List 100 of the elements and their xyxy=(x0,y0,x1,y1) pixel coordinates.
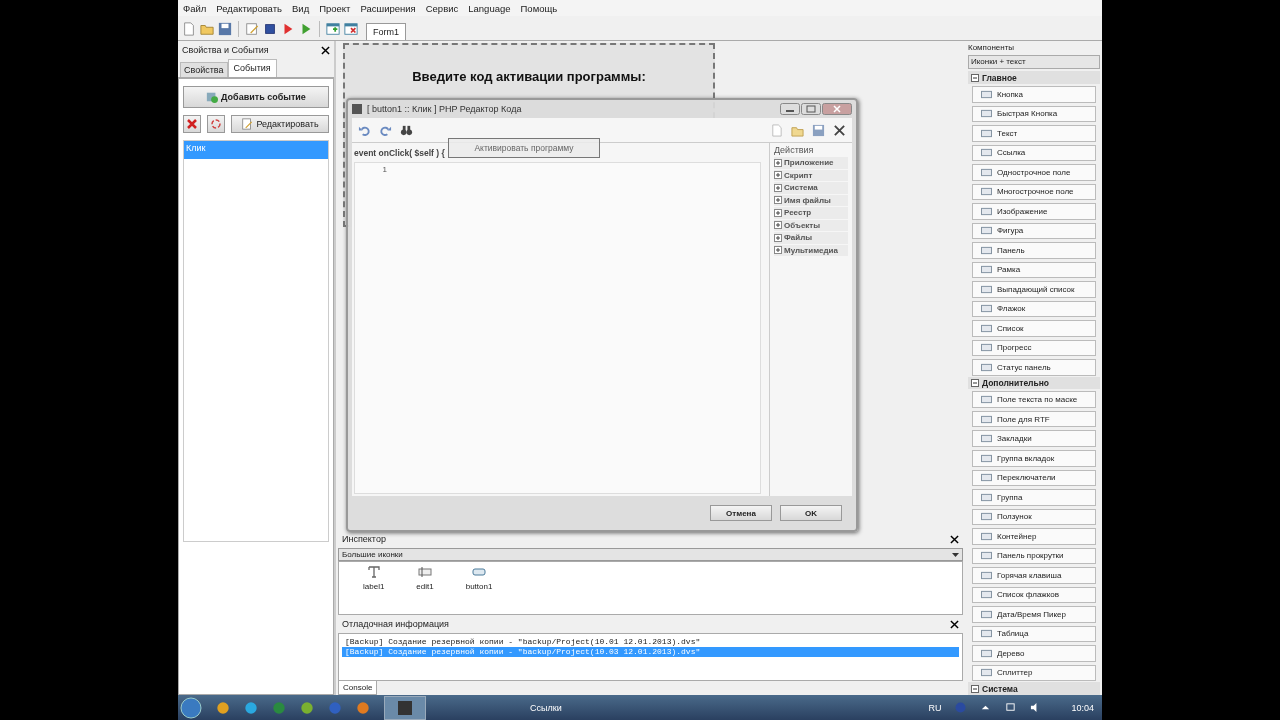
action-group[interactable]: Мультимедиа xyxy=(774,244,848,256)
code-editor[interactable]: 1 xyxy=(354,162,761,494)
save-icon[interactable] xyxy=(218,22,232,36)
group-header[interactable]: Главное xyxy=(968,71,1100,84)
component-item[interactable]: label1 xyxy=(363,566,385,610)
refresh-button[interactable] xyxy=(207,115,225,133)
component-button[interactable]: Горячая клавиша xyxy=(972,567,1096,584)
component-button[interactable]: Группа вкладок xyxy=(972,450,1096,467)
menu-item[interactable]: Вид xyxy=(292,2,310,14)
collapse-icon[interactable] xyxy=(971,73,979,82)
component-icon xyxy=(981,473,992,483)
component-button[interactable]: Контейнер xyxy=(972,528,1096,545)
component-button[interactable]: Закладки xyxy=(972,430,1096,447)
group-header[interactable]: Дополнительно xyxy=(968,376,1100,390)
minimize-icon[interactable] xyxy=(780,103,800,115)
taskbar-task[interactable] xyxy=(384,695,426,720)
component-button[interactable]: Выпадающий список xyxy=(972,281,1096,298)
action-group[interactable]: Приложение xyxy=(774,157,848,169)
edit-button[interactable]: Редактировать xyxy=(231,115,329,133)
component-button[interactable]: Переключатели xyxy=(972,469,1096,487)
action-group[interactable]: Реестр xyxy=(774,207,848,219)
component-button[interactable]: Прогресс xyxy=(972,339,1096,357)
component-button[interactable]: Ссылка xyxy=(972,144,1096,162)
component-button[interactable]: Быстрая Кнопка xyxy=(972,105,1096,123)
component-button[interactable]: Панель xyxy=(972,242,1096,259)
language-indicator[interactable]: RU xyxy=(928,702,942,713)
component-icon xyxy=(981,570,992,580)
binoculars-icon[interactable] xyxy=(400,123,413,137)
taskbar-app-icon[interactable] xyxy=(300,700,314,715)
panel-tab[interactable]: Свойства xyxy=(180,62,228,77)
start-button[interactable] xyxy=(180,696,202,719)
console-tab[interactable]: Console xyxy=(338,681,378,695)
component-button[interactable]: Поле текста по маске xyxy=(972,391,1096,408)
maximize-icon[interactable] xyxy=(801,103,821,115)
folder-icon[interactable] xyxy=(200,22,214,36)
delete-button[interactable] xyxy=(183,115,201,133)
component-button[interactable]: Дата/Время Пикер xyxy=(972,606,1096,623)
action-group[interactable]: Скрипт xyxy=(774,169,848,181)
group-header[interactable]: Система xyxy=(968,682,1100,695)
component-button[interactable]: Группа xyxy=(972,489,1096,506)
collapse-icon[interactable] xyxy=(971,684,979,693)
save-icon[interactable] xyxy=(812,123,825,137)
taskbar-app-icon[interactable] xyxy=(244,700,258,715)
menu-item[interactable]: Проект xyxy=(319,2,351,14)
menu-item[interactable]: Файл xyxy=(183,2,207,14)
component-icon xyxy=(981,304,992,314)
component-button[interactable]: Статус панель xyxy=(972,359,1096,376)
close-icon[interactable] xyxy=(950,619,959,629)
menu-item[interactable]: Редактировать xyxy=(216,2,282,14)
component-button[interactable]: Список xyxy=(972,320,1096,337)
clock[interactable]: 10:04 xyxy=(1071,702,1094,713)
component-button[interactable]: Фигура xyxy=(972,222,1096,240)
close-icon[interactable] xyxy=(950,534,959,544)
component-item[interactable]: button1 xyxy=(465,566,493,610)
component-button[interactable]: Дерево xyxy=(972,645,1096,662)
log-line[interactable]: [Backup] Создание резервной копии - "backup/Project(10.01 12.01.2013).dvs" xyxy=(342,637,959,647)
component-button[interactable]: Сплиттер xyxy=(972,664,1096,682)
menu-item[interactable]: Расширения xyxy=(360,2,416,14)
component-button[interactable]: Таблица xyxy=(972,625,1096,643)
component-button[interactable]: Многострочное поле xyxy=(972,183,1096,201)
close-icon[interactable] xyxy=(321,45,330,55)
component-button[interactable]: Кнопка xyxy=(972,86,1096,103)
taskbar-app-icon[interactable] xyxy=(272,700,286,715)
button-icon xyxy=(472,566,487,578)
form-button[interactable]: Активировать программу xyxy=(448,138,600,158)
action-group[interactable]: Система xyxy=(774,182,848,194)
panel-tab[interactable]: События xyxy=(227,59,277,77)
collapse-icon[interactable] xyxy=(971,379,979,388)
view-dropdown[interactable]: Иконки + текст xyxy=(968,54,1100,70)
action-group[interactable]: Файлы xyxy=(774,232,848,244)
component-button[interactable]: Панель прокрутки xyxy=(972,547,1096,565)
component-button[interactable]: Однострочное поле xyxy=(972,164,1096,181)
dialog-button[interactable]: Отмена xyxy=(710,505,772,521)
component-icon xyxy=(981,414,992,424)
add-event-button[interactable]: Добавить событие xyxy=(183,86,329,108)
menu-item[interactable]: Language xyxy=(468,2,511,14)
component-button[interactable]: Изображение xyxy=(972,203,1096,220)
new-file-icon[interactable] xyxy=(182,22,196,36)
component-button[interactable]: Текст xyxy=(972,125,1096,142)
component-button[interactable]: Ползунок xyxy=(972,508,1096,526)
delete-window-icon[interactable] xyxy=(344,22,358,36)
component-icon xyxy=(981,323,992,333)
document-tab[interactable]: Form1 xyxy=(366,23,406,40)
component-item[interactable]: edit1 xyxy=(416,566,434,610)
taskbar-app-icon[interactable] xyxy=(216,700,230,715)
component-button[interactable]: Список флажков xyxy=(972,586,1096,604)
view-dropdown[interactable]: Большие иконки xyxy=(338,548,963,561)
component-button[interactable]: Флажок xyxy=(972,300,1096,318)
action-group[interactable]: Имя файлы xyxy=(774,194,848,206)
menu-item[interactable]: Сервис xyxy=(425,2,459,14)
component-button[interactable]: Поле для RTF xyxy=(972,410,1096,428)
component-icon xyxy=(981,648,992,658)
taskbar-app-icon[interactable] xyxy=(356,700,370,715)
taskbar-task-title[interactable]: Ссылки xyxy=(530,702,562,713)
stop-icon[interactable] xyxy=(263,22,277,36)
add-window-icon[interactable] xyxy=(326,22,340,36)
dialog-button[interactable]: OK xyxy=(780,505,842,521)
menu-item[interactable]: Помощь xyxy=(520,2,558,14)
action-group[interactable]: Объекты xyxy=(774,219,848,231)
component-button[interactable]: Рамка xyxy=(972,261,1096,279)
